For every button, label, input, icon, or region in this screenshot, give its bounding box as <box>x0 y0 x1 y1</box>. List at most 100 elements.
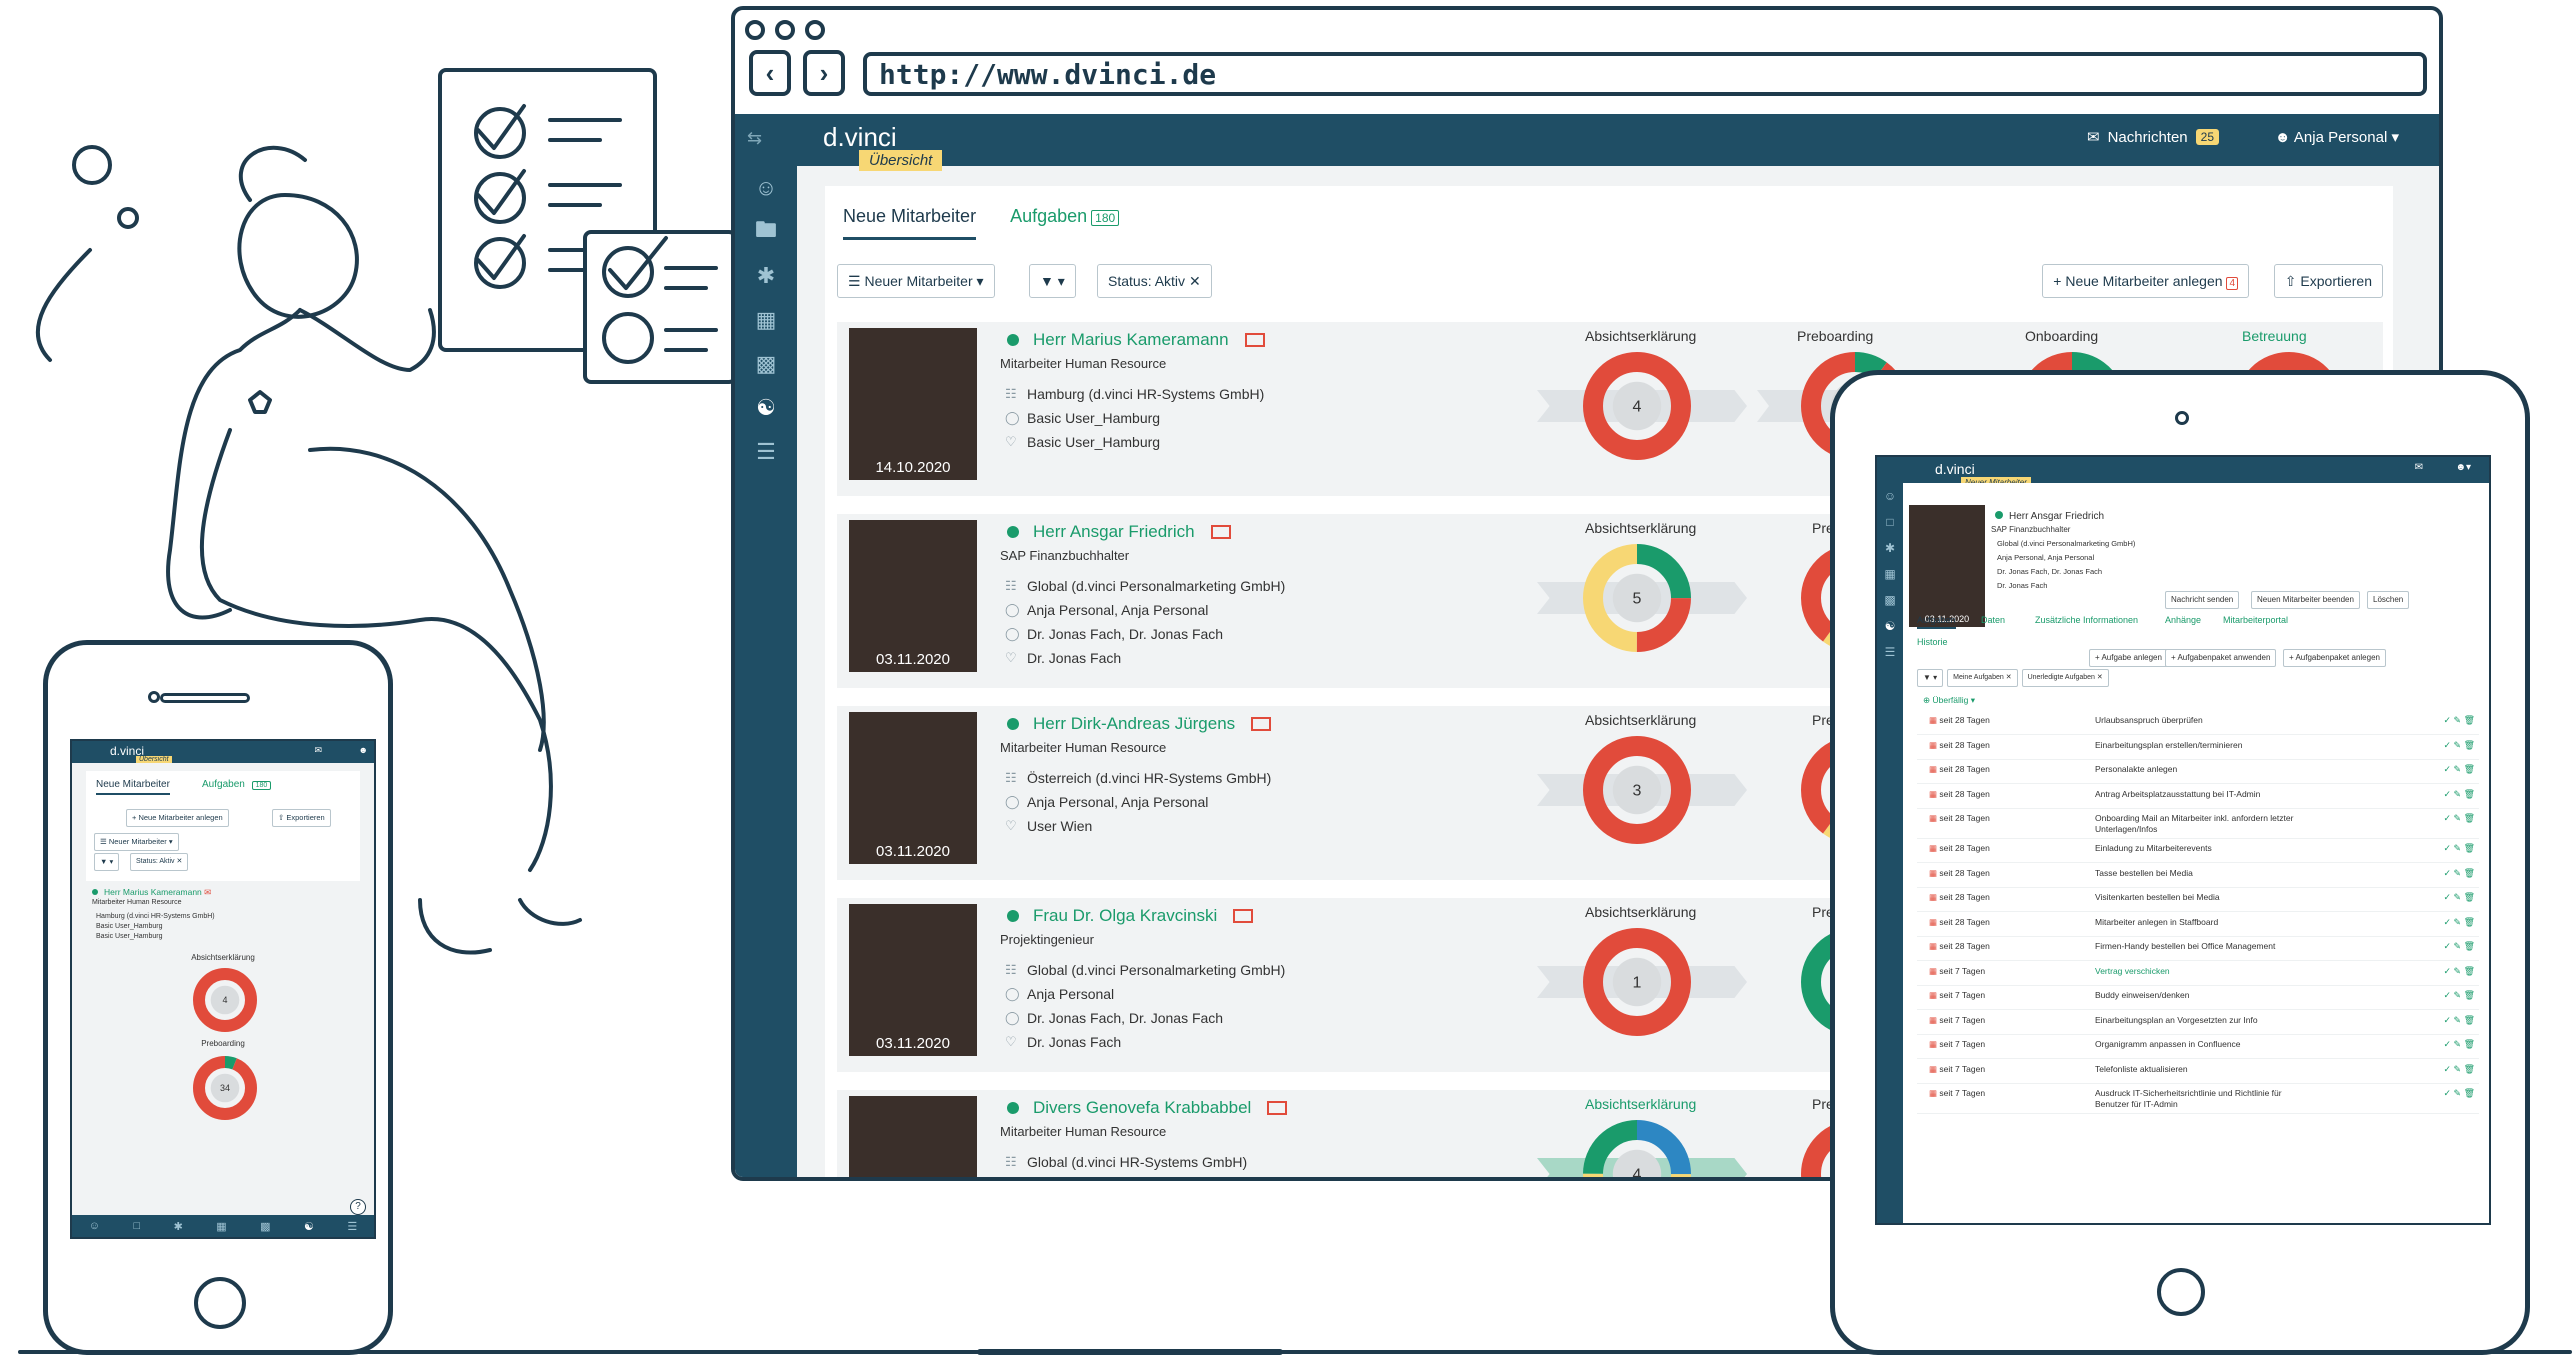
tablet-tab[interactable]: Mitarbeiterportal <box>2223 615 2288 625</box>
status-chip[interactable]: Status: Aktiv ✕ <box>1097 264 1212 298</box>
handshake-icon[interactable]: ☯ <box>304 1220 314 1233</box>
task-action-icons[interactable]: ✓ ✎ 🗑 <box>2443 917 2475 928</box>
calendar-icon[interactable]: ▦ <box>735 298 797 342</box>
help-icon[interactable]: ? <box>350 1199 366 1215</box>
task-row[interactable]: ▦ seit 28 Tagen Antrag Arbeitsplatzaussta… <box>1917 785 2479 809</box>
forward-button[interactable]: › <box>803 50 845 96</box>
calendar-icon[interactable]: ▦ <box>1877 561 1903 587</box>
phone-tab-aufgaben[interactable]: Aufgaben 180 <box>202 779 272 790</box>
task-action-icons[interactable]: ✓ ✎ 🗑 <box>2443 715 2475 726</box>
asterisk-icon[interactable]: ✱ <box>174 1220 183 1233</box>
person-icon[interactable]: ☺ <box>735 166 797 210</box>
task-action-icons[interactable]: ✓ ✎ 🗑 <box>2443 868 2475 879</box>
user-icon[interactable]: ☻ <box>359 745 368 755</box>
handshake-icon[interactable]: ☯ <box>735 386 797 430</box>
tab-aufgaben[interactable]: Aufgaben 180 <box>1010 206 1120 240</box>
add-task-button[interactable]: + Aufgabe anlegen <box>2089 649 2168 667</box>
send-message-button[interactable]: Nachricht senden <box>2165 591 2240 609</box>
task-row[interactable]: ▦ seit 28 Tagen Personalakte anlegen ✓ ✎ 🗑 <box>1917 760 2479 784</box>
maximize-window-dot[interactable] <box>805 20 825 40</box>
chip-open-tasks[interactable]: Unerledigte Aufgaben ✕ <box>2021 669 2109 687</box>
tablet-home-button[interactable] <box>2157 1268 2205 1316</box>
task-row[interactable]: ▦ seit 28 Tagen Urlaubsanspruch überprüfe… <box>1917 711 2479 735</box>
task-action-icons[interactable]: ✓ ✎ 🗑 <box>2443 1039 2475 1050</box>
end-employee-button[interactable]: Neuen Mitarbeiter beenden <box>2251 591 2360 609</box>
overdue-toggle[interactable]: ⊕ Überfällig ▾ <box>1923 695 1975 706</box>
chart-icon[interactable]: ▩ <box>1877 587 1903 613</box>
task-action-icons[interactable]: ✓ ✎ 🗑 <box>2443 966 2475 977</box>
phone-list-filter-dropdown[interactable]: ☰ Neuer Mitarbeiter ▾ <box>94 833 179 851</box>
folder-icon[interactable]: 🖿 <box>735 210 797 254</box>
address-bar[interactable]: http://www.dvinci.de <box>863 52 2427 96</box>
task-action-icons[interactable]: ✓ ✎ 🗑 <box>2443 1015 2475 1026</box>
task-row[interactable]: ▦ seit 7 Tagen Telefonliste aktualisieren… <box>1917 1060 2479 1084</box>
person-icon[interactable]: ☺ <box>1877 483 1903 509</box>
phone-tab-neue-mitarbeiter[interactable]: Neue Mitarbeiter <box>96 779 170 795</box>
phone-home-button[interactable] <box>194 1277 246 1329</box>
apply-task-package-button[interactable]: + Aufgabenpaket anwenden <box>2165 649 2277 667</box>
task-action-icons[interactable]: ✓ ✎ 🗑 <box>2443 892 2475 903</box>
user-menu[interactable]: ☻ Anja Personal ▾ <box>2275 128 2399 146</box>
tablet-tab[interactable]: Anhänge <box>2165 615 2201 625</box>
asterisk-icon[interactable]: ✱ <box>735 254 797 298</box>
phone-add-employee-button[interactable]: + Neue Mitarbeiter anlegen <box>126 809 229 827</box>
task-row[interactable]: ▦ seit 28 Tagen Visitenkarten bestellen b… <box>1917 888 2479 912</box>
task-action-icons[interactable]: ✓ ✎ 🗑 <box>2443 941 2475 952</box>
task-action-icons[interactable]: ✓ ✎ 🗑 <box>2443 1064 2475 1075</box>
menu-icon[interactable]: ☰ <box>347 1220 357 1233</box>
chip-my-tasks[interactable]: Meine Aufgaben ✕ <box>1947 669 2018 687</box>
calendar-icon[interactable]: ▦ <box>216 1220 226 1233</box>
tablet-tab[interactable]: Daten <box>1981 615 2005 625</box>
task-action-icons[interactable]: ✓ ✎ 🗑 <box>2443 813 2475 824</box>
collapse-arrows-icon[interactable]: ⇆ <box>747 128 762 149</box>
chart-icon[interactable]: ▩ <box>735 342 797 386</box>
person-icon[interactable]: ☺ <box>89 1220 100 1232</box>
menu-icon[interactable]: ☰ <box>735 430 797 474</box>
close-window-dot[interactable] <box>745 20 765 40</box>
phone-funnel-filter[interactable]: ▼ ▾ <box>94 853 120 871</box>
handshake-icon[interactable]: ☯ <box>1877 613 1903 639</box>
minimize-window-dot[interactable] <box>775 20 795 40</box>
task-row[interactable]: ▦ seit 28 Tagen Einarbeitungsplan erstell… <box>1917 736 2479 760</box>
folder-icon[interactable]: □ <box>133 1220 140 1232</box>
asterisk-icon[interactable]: ✱ <box>1877 535 1903 561</box>
task-row[interactable]: ▦ seit 7 Tagen Vertrag verschicken ✓ ✎ 🗑 <box>1917 962 2479 986</box>
task-row[interactable]: ▦ seit 28 Tagen Onboarding Mail an Mitarb… <box>1917 809 2479 839</box>
task-row[interactable]: ▦ seit 7 Tagen Einarbeitungsplan an Vorge… <box>1917 1011 2479 1035</box>
task-row[interactable]: ▦ seit 28 Tagen Einladung zu Mitarbeitere… <box>1917 839 2479 863</box>
funnel-filter-dropdown[interactable]: ▼ ▾ <box>1917 669 1944 687</box>
task-row[interactable]: ▦ seit 28 Tagen Mitarbeiter anlegen in St… <box>1917 913 2479 937</box>
task-action-icons[interactable]: ✓ ✎ 🗑 <box>2443 843 2475 854</box>
list-filter-dropdown[interactable]: ☰ Neuer Mitarbeiter ▾ <box>837 264 995 298</box>
task-row[interactable]: ▦ seit 7 Tagen Ausdruck IT-Sicherheitsric… <box>1917 1084 2479 1114</box>
task-action-icons[interactable]: ✓ ✎ 🗑 <box>2443 1088 2475 1099</box>
tablet-tab[interactable]: Zusätzliche Informationen <box>2035 615 2138 625</box>
tab-neue-mitarbeiter[interactable]: Neue Mitarbeiter <box>843 206 977 240</box>
task-row[interactable]: ▦ seit 28 Tagen Firmen-Handy bestellen be… <box>1917 937 2479 961</box>
task-row[interactable]: ▦ seit 7 Tagen Organigramm anpassen in Co… <box>1917 1035 2479 1059</box>
folder-icon[interactable]: □ <box>1877 509 1903 535</box>
messages-link[interactable]: ✉ Nachrichten 25 <box>2087 128 2219 146</box>
create-task-package-button[interactable]: + Aufgabenpaket anlegen <box>2283 649 2386 667</box>
tablet-tab[interactable]: Historie <box>1917 637 1948 647</box>
task-row[interactable]: ▦ seit 7 Tagen Buddy einweisen/denken ✓ ✎ … <box>1917 986 2479 1010</box>
delete-button[interactable]: Löschen <box>2367 591 2410 609</box>
user-icon[interactable]: ☻▾ <box>2455 462 2471 473</box>
task-action-icons[interactable]: ✓ ✎ 🗑 <box>2443 764 2475 775</box>
close-icon[interactable]: ✕ <box>1189 273 1201 289</box>
task-row[interactable]: ▦ seit 28 Tagen Tasse bestellen bei Media… <box>1917 864 2479 888</box>
menu-icon[interactable]: ☰ <box>1877 639 1903 665</box>
funnel-filter-dropdown[interactable]: ▼ ▾ <box>1029 264 1076 298</box>
phone-status-chip[interactable]: Status: Aktiv ✕ <box>130 853 189 871</box>
back-button[interactable]: ‹ <box>749 50 791 96</box>
tablet-tab[interactable]: Aufgaben <box>1917 615 1956 629</box>
task-action-icons[interactable]: ✓ ✎ 🗑 <box>2443 789 2475 800</box>
add-employee-button[interactable]: + Neue Mitarbeiter anlegen 4 <box>2042 264 2249 298</box>
export-button[interactable]: ⇧ Exportieren <box>2273 264 2383 298</box>
task-action-icons[interactable]: ✓ ✎ 🗑 <box>2443 990 2475 1001</box>
task-action-icons[interactable]: ✓ ✎ 🗑 <box>2443 740 2475 751</box>
envelope-icon[interactable]: ✉ <box>314 745 322 756</box>
chart-icon[interactable]: ▩ <box>260 1220 270 1233</box>
envelope-icon[interactable]: ✉ <box>204 887 211 897</box>
envelope-icon[interactable]: ✉ <box>2415 462 2423 473</box>
